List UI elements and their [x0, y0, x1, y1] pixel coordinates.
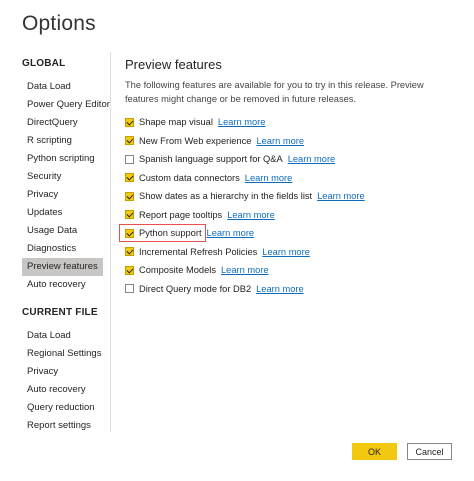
feature-checkbox-incremental-refresh-policies[interactable] — [125, 247, 134, 257]
cancel-button[interactable]: Cancel — [407, 443, 452, 460]
sidebar-item-preview-features[interactable]: Preview features — [22, 258, 103, 276]
sidebar-item-current-query-reduction[interactable]: Query reduction — [0, 399, 108, 417]
feature-row-new-from-web-experience: New From Web experience Learn more — [125, 132, 455, 151]
feature-checkbox-custom-data-connectors[interactable] — [125, 173, 134, 183]
preview-features-panel: Preview features The following features … — [119, 55, 455, 299]
feature-checkbox-new-from-web-experience[interactable] — [125, 136, 134, 146]
feature-row-custom-data-connectors: Custom data connectors Learn more — [125, 169, 455, 188]
learn-more-link[interactable]: Learn more — [288, 154, 336, 164]
sidebar-global-list: Data Load Power Query Editor DirectQuery R … — [0, 78, 110, 294]
sidebar-divider — [110, 52, 111, 432]
feature-row-show-dates-as-a-hierarchy-in-the-fields-list: Show dates as a hierarchy in the fields … — [125, 187, 455, 206]
feature-checkbox-show-dates-as-a-hierarchy-in-the-fields-list[interactable] — [125, 191, 134, 201]
feature-checkbox-direct-query-mode-for-db2[interactable] — [125, 284, 134, 294]
dialog-title: Options — [22, 12, 96, 35]
feature-label: Shape map visual — [139, 117, 213, 128]
sidebar-item-current-data-load[interactable]: Data Load — [0, 327, 108, 345]
learn-more-link[interactable]: Learn more — [221, 265, 269, 275]
learn-more-link[interactable]: Learn more — [256, 136, 304, 146]
feature-row-composite-models: Composite Models Learn more — [125, 261, 455, 280]
learn-more-link[interactable]: Learn more — [317, 191, 365, 201]
sidebar-item-directquery[interactable]: DirectQuery — [0, 114, 108, 132]
feature-row-direct-query-mode-for-db2: Direct Query mode for DB2 Learn more — [125, 280, 455, 299]
feature-row-spanish-language-support-for-q-a: Spanish language support for Q&A Learn mo… — [125, 150, 455, 169]
sidebar-item-power-query-editor[interactable]: Power Query Editor — [0, 96, 110, 114]
sidebar-header-global: GLOBAL — [22, 58, 66, 69]
learn-more-link[interactable]: Learn more — [245, 173, 293, 183]
learn-more-link[interactable]: Learn more — [256, 284, 304, 294]
feature-label: Direct Query mode for DB2 — [139, 283, 252, 294]
feature-checkbox-composite-models[interactable] — [125, 265, 134, 275]
feature-label: Custom data connectors — [139, 172, 240, 183]
feature-checkbox-shape-map-visual[interactable] — [125, 117, 134, 127]
sidebar: GLOBAL Data Load Power Query Editor Direct… — [0, 55, 110, 435]
learn-more-link[interactable]: Learn more — [207, 228, 255, 238]
sidebar-item-current-privacy[interactable]: Privacy — [0, 363, 108, 381]
feature-label: New From Web experience — [139, 135, 252, 146]
feature-label: Composite Models — [139, 265, 216, 276]
learn-more-link[interactable]: Learn more — [227, 210, 275, 220]
feature-row-shape-map-visual: Shape map visual Learn more — [125, 113, 455, 132]
feature-label: Incremental Refresh Policies — [139, 246, 258, 257]
learn-more-link[interactable]: Learn more — [262, 247, 310, 257]
sidebar-item-data-load[interactable]: Data Load — [0, 78, 108, 96]
sidebar-item-current-report-settings[interactable]: Report settings — [0, 417, 108, 435]
sidebar-item-auto-recovery[interactable]: Auto recovery — [0, 276, 108, 294]
feature-label: Python support — [139, 228, 202, 239]
feature-label: Spanish language support for Q&A — [139, 154, 283, 165]
page-title: Preview features — [125, 57, 222, 72]
sidebar-item-usage-data[interactable]: Usage Data — [0, 222, 108, 240]
page-description: The following features are available for… — [125, 80, 424, 104]
feature-checkbox-report-page-tooltips[interactable] — [125, 210, 134, 220]
sidebar-header-current-file: CURRENT FILE — [22, 307, 98, 318]
sidebar-current-file-list: Data Load Regional Settings Privacy Auto re… — [0, 327, 108, 435]
sidebar-item-security[interactable]: Security — [0, 168, 108, 186]
feature-checkbox-spanish-language-support-for-q-a[interactable] — [125, 154, 134, 164]
sidebar-item-privacy[interactable]: Privacy — [0, 186, 108, 204]
feature-row-incremental-refresh-policies: Incremental Refresh Policies Learn more — [125, 243, 455, 262]
sidebar-item-updates[interactable]: Updates — [0, 204, 108, 222]
sidebar-item-r-scripting[interactable]: R scripting — [0, 132, 108, 150]
sidebar-item-diagnostics[interactable]: Diagnostics — [0, 240, 108, 258]
feature-label: Show dates as a hierarchy in the fields … — [139, 191, 313, 202]
feature-checkbox-python-support[interactable] — [125, 228, 134, 238]
feature-row-python-support: Python support Learn more — [119, 224, 455, 243]
sidebar-item-current-auto-recovery[interactable]: Auto recovery — [0, 381, 108, 399]
sidebar-item-current-regional-settings[interactable]: Regional Settings — [0, 345, 108, 363]
feature-row-report-page-tooltips: Report page tooltips Learn more — [125, 206, 455, 225]
feature-list: Shape map visual Learn more New From Web e… — [119, 113, 455, 299]
sidebar-item-python-scripting[interactable]: Python scripting — [0, 150, 108, 168]
ok-button[interactable]: OK — [352, 443, 397, 460]
learn-more-link[interactable]: Learn more — [218, 117, 266, 127]
feature-label: Report page tooltips — [139, 209, 223, 220]
